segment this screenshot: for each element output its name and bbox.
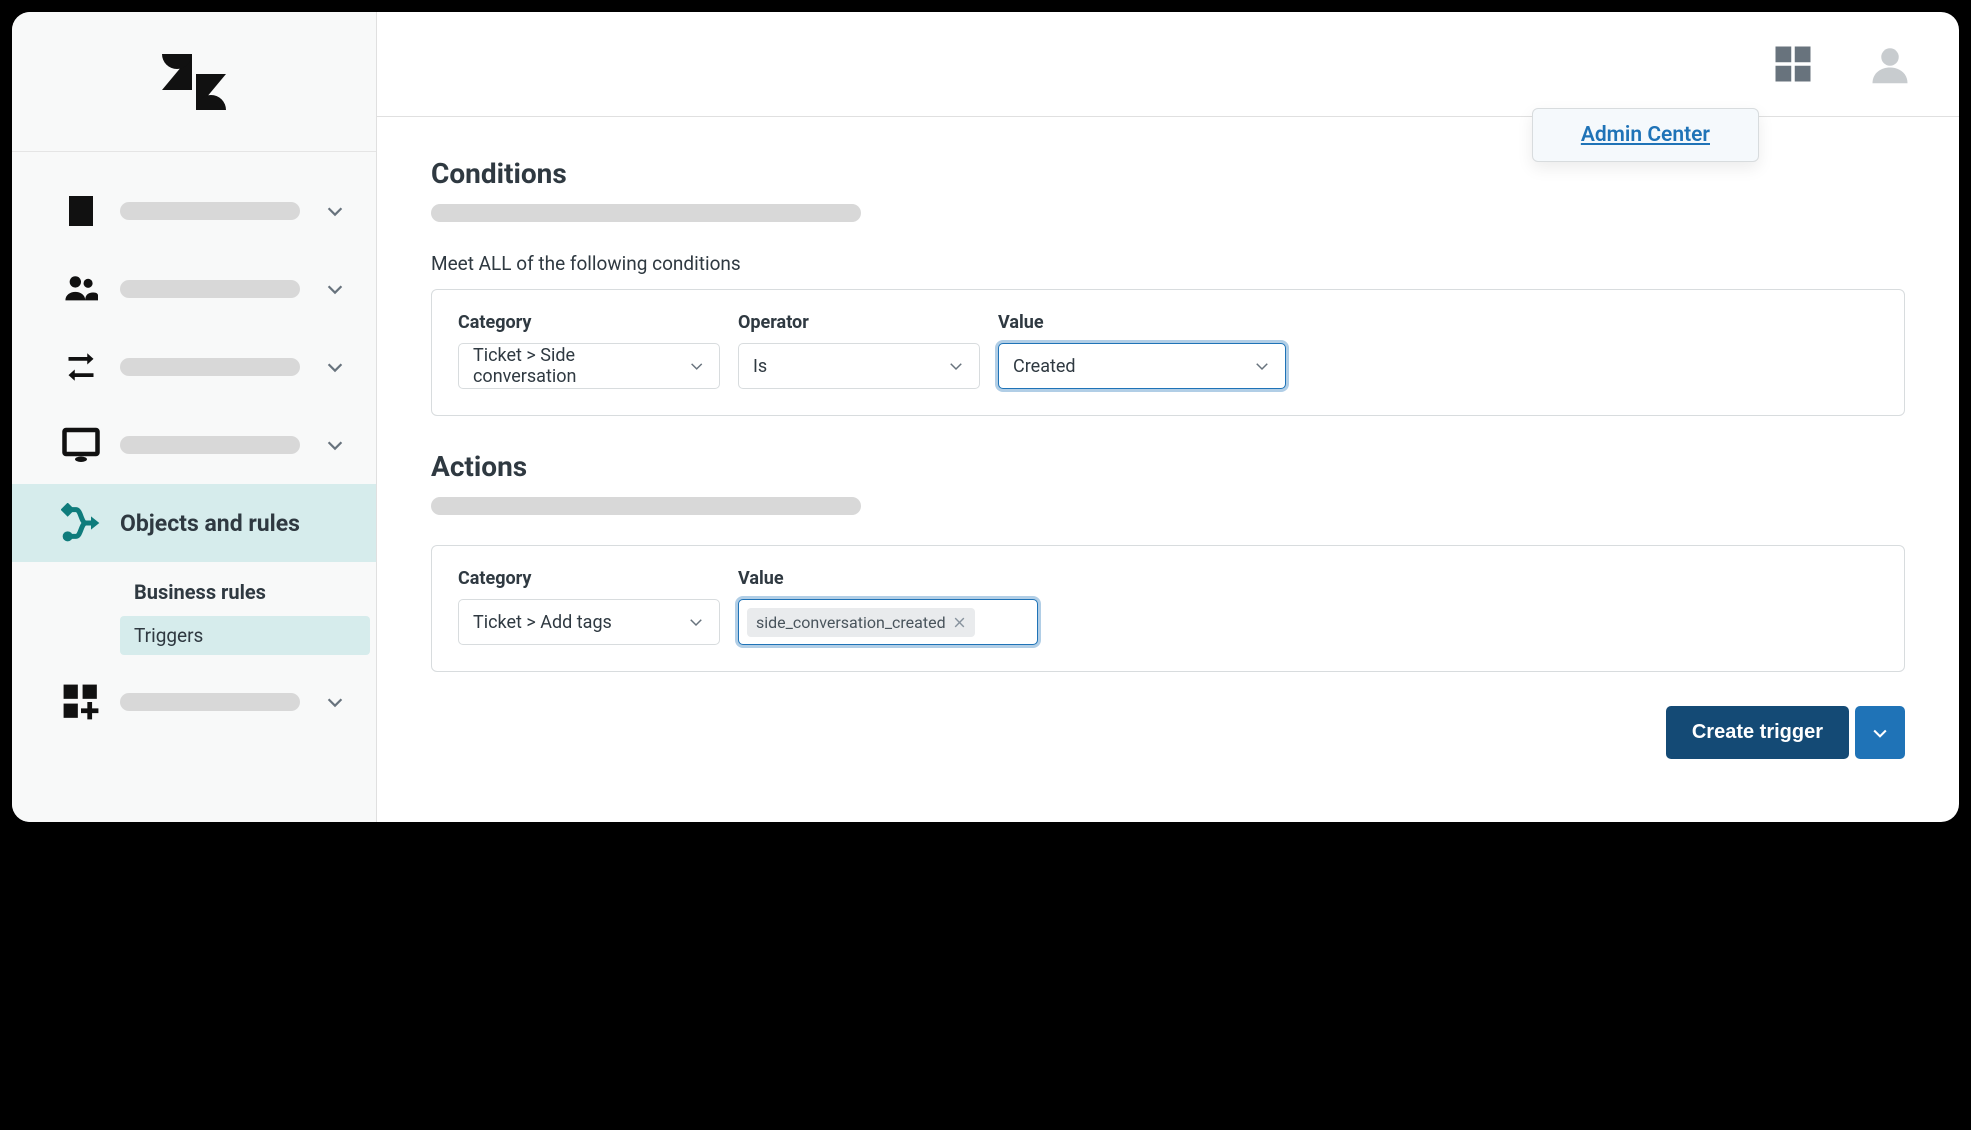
conditions-panel: Category Ticket > Side conversation Oper… <box>431 289 1905 416</box>
nav-item-workspaces[interactable] <box>12 406 376 484</box>
chevron-down-icon <box>1253 357 1271 375</box>
nav: Objects and rules Business rules Trigger… <box>12 152 376 822</box>
action-value-tag-input[interactable]: side_conversation_created <box>738 599 1038 645</box>
placeholder <box>120 693 300 711</box>
admin-center-popup: Admin Center <box>1532 108 1759 162</box>
placeholder <box>431 497 861 515</box>
tag-text: side_conversation_created <box>756 613 946 632</box>
logo-area <box>12 12 376 152</box>
chevron-down-icon <box>324 356 346 378</box>
chevron-down-icon <box>687 613 705 631</box>
select-value: Ticket > Add tags <box>473 612 612 633</box>
apps-grid-icon[interactable] <box>1772 43 1814 85</box>
building-icon <box>60 190 102 232</box>
nav-item-account[interactable] <box>12 172 376 250</box>
select-value: Ticket > Side conversation <box>473 345 676 387</box>
sidebar: Objects and rules Business rules Trigger… <box>12 12 377 822</box>
workflow-icon <box>60 502 102 544</box>
chevron-down-icon <box>324 691 346 713</box>
content: Conditions Meet ALL of the following con… <box>377 117 1959 822</box>
chevron-down-icon <box>1870 723 1890 743</box>
condition-value-select[interactable]: Created <box>998 343 1286 389</box>
actions-panel: Category Ticket > Add tags Value side_co… <box>431 545 1905 672</box>
chevron-down-icon <box>324 278 346 300</box>
placeholder <box>120 358 300 376</box>
zendesk-logo-icon <box>162 54 226 110</box>
apps-add-icon <box>60 681 102 723</box>
close-icon[interactable] <box>953 616 966 629</box>
profile-icon[interactable] <box>1869 43 1911 85</box>
nav-item-apps[interactable] <box>12 663 376 741</box>
footer-actions: Create trigger <box>431 706 1905 759</box>
monitor-icon <box>60 424 102 466</box>
chevron-down-icon <box>947 357 965 375</box>
action-category-select[interactable]: Ticket > Add tags <box>458 599 720 645</box>
tag[interactable]: side_conversation_created <box>747 608 975 637</box>
condition-operator-select[interactable]: Is <box>738 343 980 389</box>
arrows-icon <box>60 346 102 388</box>
nav-item-people[interactable] <box>12 250 376 328</box>
chevron-down-icon <box>324 200 346 222</box>
subnav-heading[interactable]: Business rules <box>120 570 376 614</box>
nav-label: Objects and rules <box>120 510 346 537</box>
label-category: Category <box>458 312 720 333</box>
main: Admin Center Conditions Meet ALL of the … <box>377 12 1959 822</box>
label-value: Value <box>738 568 1038 589</box>
nav-item-channels[interactable] <box>12 328 376 406</box>
select-value: Created <box>1013 356 1076 377</box>
condition-category-select[interactable]: Ticket > Side conversation <box>458 343 720 389</box>
select-value: Is <box>753 356 767 377</box>
nav-item-objects-and-rules[interactable]: Objects and rules <box>12 484 376 562</box>
chevron-down-icon <box>688 357 705 375</box>
conditions-subheading: Meet ALL of the following conditions <box>431 252 1905 275</box>
placeholder <box>431 204 861 222</box>
create-trigger-dropdown[interactable] <box>1855 706 1905 759</box>
subnav-business-rules: Business rules Triggers <box>12 562 376 663</box>
label-value: Value <box>998 312 1286 333</box>
placeholder <box>120 436 300 454</box>
subnav-item-triggers[interactable]: Triggers <box>120 616 370 655</box>
actions-title: Actions <box>431 450 1905 483</box>
label-category: Category <box>458 568 720 589</box>
topbar <box>377 12 1959 117</box>
label-operator: Operator <box>738 312 980 333</box>
placeholder <box>120 202 300 220</box>
create-trigger-button[interactable]: Create trigger <box>1666 706 1849 759</box>
placeholder <box>120 280 300 298</box>
people-icon <box>60 268 102 310</box>
chevron-down-icon <box>324 434 346 456</box>
admin-center-link[interactable]: Admin Center <box>1581 123 1710 147</box>
